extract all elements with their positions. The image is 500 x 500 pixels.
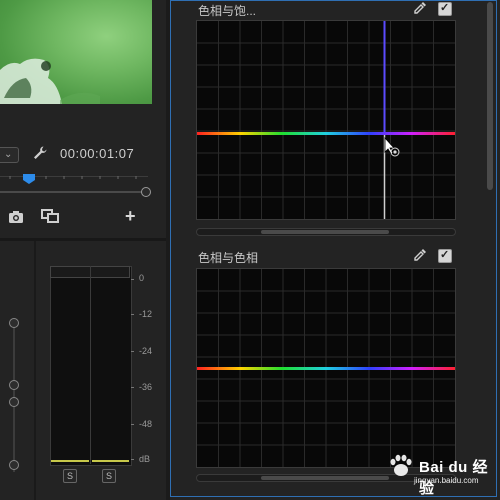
db-label: 0 — [139, 273, 145, 283]
chevron-down-icon: ⌄ — [4, 149, 13, 160]
db-tick — [131, 424, 134, 425]
enable-checkbox[interactable]: ✓ — [438, 2, 452, 16]
hue-vs-sat-curve-graph[interactable] — [196, 20, 456, 220]
zoom-dropdown[interactable]: ⌄ — [0, 147, 19, 163]
playhead-marker[interactable] — [22, 173, 36, 185]
db-label: -12 — [139, 309, 153, 319]
add-button[interactable]: + — [125, 207, 136, 225]
fader-knob[interactable] — [9, 397, 19, 407]
checkmark-icon: ✓ — [440, 249, 450, 261]
section-title-hue-vs-sat: 色相与饱... — [198, 4, 257, 18]
hue-vs-hue-curve-graph[interactable] — [196, 268, 456, 468]
wrench-icon[interactable] — [32, 145, 48, 161]
db-tick — [131, 351, 134, 352]
camera-icon[interactable] — [9, 210, 23, 223]
db-tick — [131, 387, 134, 388]
scroll-thumb[interactable] — [487, 2, 493, 190]
meter-level-right — [92, 460, 129, 462]
meter-channel-divider — [90, 266, 91, 464]
fader-knob[interactable] — [9, 380, 19, 390]
zoom-scroll-track[interactable] — [0, 191, 146, 193]
meter-level-left — [51, 460, 89, 462]
db-tick — [131, 279, 134, 280]
scroll-thumb[interactable] — [261, 230, 389, 234]
db-label: dB — [139, 454, 151, 464]
vertical-scrollbar[interactable] — [486, 0, 496, 196]
db-tick — [131, 314, 134, 315]
solo-button[interactable]: S — [63, 469, 77, 483]
preview-image — [0, 58, 100, 104]
scroll-thumb[interactable] — [261, 476, 389, 480]
db-label: -36 — [139, 382, 153, 392]
film-strip-icon[interactable] — [41, 209, 59, 223]
playhead-timecode[interactable]: 00:00:01:07 — [60, 146, 134, 161]
section-title-hue-vs-hue: 色相与色相 — [198, 251, 259, 265]
db-label: -48 — [139, 419, 153, 429]
db-tick — [131, 459, 134, 460]
zoom-scroll-handle[interactable] — [141, 187, 151, 197]
enable-checkbox[interactable]: ✓ — [438, 249, 452, 263]
fader-knob[interactable] — [9, 318, 19, 328]
eyedropper-icon[interactable] — [413, 248, 427, 262]
audio-meter — [50, 266, 132, 466]
horizontal-scrollbar[interactable] — [196, 228, 456, 236]
eyedropper-icon[interactable] — [413, 1, 427, 15]
checkmark-icon: ✓ — [440, 2, 450, 14]
solo-button[interactable]: S — [102, 469, 116, 483]
watermark-subtext: jingyan.baidu.com — [414, 476, 479, 485]
program-monitor-preview — [0, 0, 152, 104]
db-label: -24 — [139, 346, 153, 356]
fader-knob[interactable] — [9, 460, 19, 470]
